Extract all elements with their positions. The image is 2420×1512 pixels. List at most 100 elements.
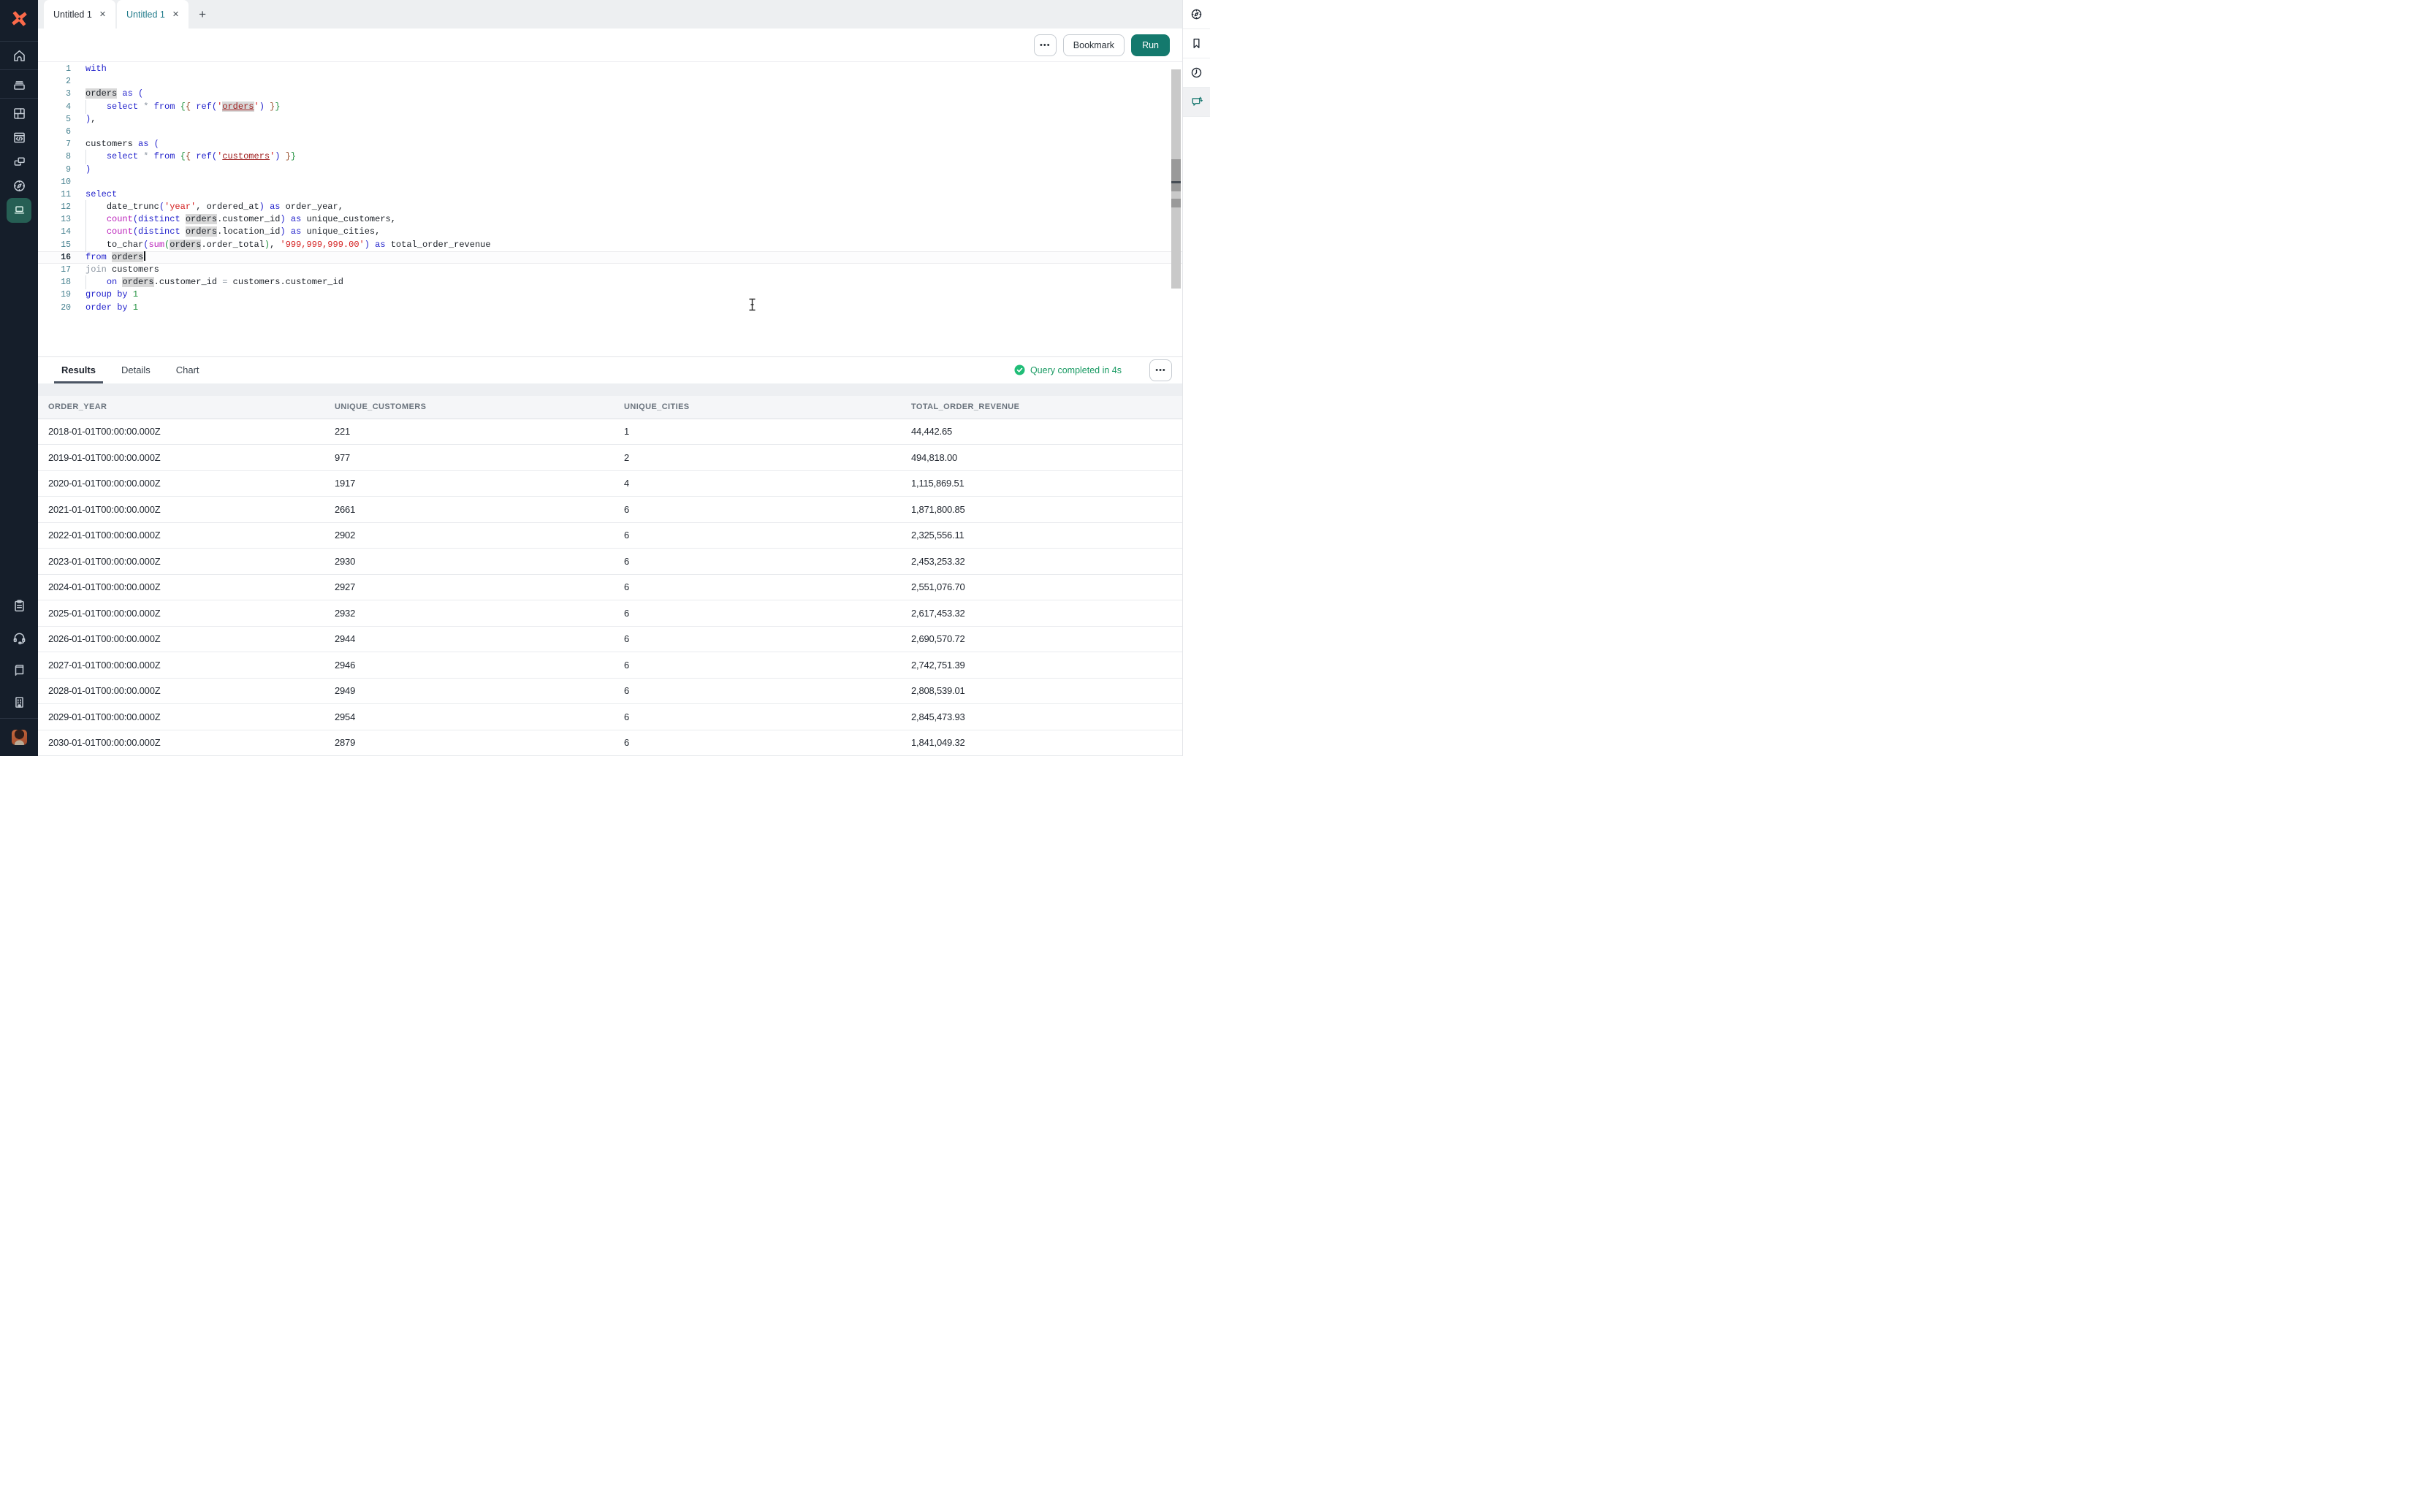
line-number: 16 [38, 251, 71, 264]
table-cell: 1917 [335, 478, 624, 489]
code-line-2: 2 [38, 75, 1182, 88]
results-tab-details[interactable]: Details [118, 357, 153, 383]
table-cell: 2954 [335, 711, 624, 722]
more-options-button[interactable]: ••• [1034, 34, 1057, 56]
line-number: 2 [38, 75, 71, 88]
code-line-content: group by 1 [85, 289, 1182, 301]
sidebar-item-building[interactable] [0, 686, 38, 718]
laptop-icon [7, 198, 31, 223]
table-cell: 1,115,869.51 [911, 478, 1182, 489]
results-tab-results[interactable]: Results [58, 357, 99, 383]
clock-icon [1190, 66, 1203, 80]
scrollbar-marker [1171, 181, 1181, 183]
tab-label: Untitled 1 [53, 9, 92, 20]
table-cell: 2021-01-01T00:00:00.000Z [48, 504, 335, 515]
code-line-content: on orders.customer_id = customers.custom… [85, 276, 1182, 289]
table-cell: 2022-01-01T00:00:00.000Z [48, 530, 335, 541]
table-row: 2020-01-01T00:00:00.000Z191741,115,869.5… [38, 471, 1182, 497]
code-line-content [85, 75, 1182, 88]
sidebar-item-code-window[interactable] [0, 126, 38, 150]
run-button[interactable]: Run [1131, 34, 1170, 56]
results-tab-chart[interactable]: Chart [173, 357, 202, 383]
right-sidebar-item-clock[interactable] [1183, 58, 1210, 88]
table-cell: 2,551,076.70 [911, 581, 1182, 592]
tab-1[interactable]: Untitled 1 ✕ [44, 0, 115, 28]
table-cell: 977 [335, 452, 624, 463]
code-line-20: 20order by 1 [38, 302, 1182, 314]
code-line-content [85, 176, 1182, 188]
table-cell: 4 [624, 478, 911, 489]
user-avatar[interactable] [0, 719, 38, 756]
tab-2[interactable]: Untitled 1✕ [117, 0, 189, 28]
results-panel: ResultsDetailsChart Query completed in 4… [38, 356, 1182, 757]
table-cell: 6 [624, 711, 911, 722]
line-number: 18 [38, 276, 71, 289]
results-more-button[interactable]: ••• [1149, 359, 1172, 381]
building-icon [12, 695, 27, 710]
sidebar-item-home[interactable] [0, 42, 38, 69]
right-sidebar [1182, 0, 1210, 756]
editor-scrollbar[interactable] [1171, 69, 1181, 289]
hex-logo[interactable] [0, 0, 38, 41]
table-row: 2025-01-01T00:00:00.000Z293262,617,453.3… [38, 600, 1182, 627]
column-header[interactable]: UNIQUE_CITIES [624, 402, 911, 411]
code-line-6: 6 [38, 126, 1182, 138]
table-cell: 2944 [335, 633, 624, 644]
right-sidebar-item-compass[interactable] [1183, 0, 1210, 29]
table-cell: 2,617,453.32 [911, 608, 1182, 619]
book-icon [12, 663, 27, 678]
code-line-content: ) [85, 164, 1182, 176]
sidebar-item-headset[interactable] [0, 622, 38, 654]
compass-icon [12, 178, 27, 194]
sidebar-item-compass[interactable] [0, 174, 38, 198]
compass-icon [1190, 7, 1203, 21]
line-number: 19 [38, 289, 71, 301]
sidebar-divider [0, 98, 38, 99]
table-row: 2021-01-01T00:00:00.000Z266161,871,800.8… [38, 497, 1182, 523]
code-line-content: select [85, 188, 1182, 201]
table-cell: 6 [624, 608, 911, 619]
scrollbar-thumb-secondary[interactable] [1171, 199, 1181, 207]
table-row: 2023-01-01T00:00:00.000Z293062,453,253.3… [38, 549, 1182, 575]
bookmark-icon [1190, 37, 1203, 50]
tray-icon [12, 77, 27, 92]
table-cell: 6 [624, 685, 911, 696]
scrollbar-thumb[interactable] [1171, 159, 1181, 191]
right-sidebar-item-bookmark[interactable] [1183, 29, 1210, 58]
results-gap-band [38, 383, 1182, 396]
sql-editor[interactable]: 1with23orders as (4 select * from {{ ref… [38, 62, 1182, 356]
sidebar-item-tray[interactable] [0, 70, 38, 98]
code-line-content: from orders [85, 251, 1182, 264]
code-line-content: orders as ( [85, 88, 1182, 100]
column-header[interactable]: TOTAL_ORDER_REVENUE [911, 402, 1182, 411]
right-sidebar-item-chat-sparkle[interactable] [1183, 88, 1210, 117]
line-number: 1 [38, 63, 71, 75]
table-cell: 2,808,539.01 [911, 685, 1182, 696]
code-line-8: 8 select * from {{ ref('customers') }} [38, 150, 1182, 163]
code-line-5: 5), [38, 113, 1182, 126]
cell-toolbar: ••• Bookmark Run [38, 28, 1182, 62]
table-row: 2024-01-01T00:00:00.000Z292762,551,076.7… [38, 575, 1182, 601]
code-line-11: 11select [38, 188, 1182, 201]
sidebar-item-laptop[interactable] [0, 198, 38, 222]
sidebar-item-clipboard[interactable] [0, 589, 38, 622]
table-cell: 2025-01-01T00:00:00.000Z [48, 608, 335, 619]
column-header[interactable]: ORDER_YEAR [48, 402, 335, 411]
tab-close-icon[interactable]: ✕ [99, 9, 106, 19]
line-number: 7 [38, 138, 71, 150]
clipboard-icon [12, 598, 27, 614]
table-header: ORDER_YEARUNIQUE_CUSTOMERSUNIQUE_CITIEST… [38, 396, 1182, 419]
code-window-icon [12, 130, 27, 145]
table-cell: 2,325,556.11 [911, 530, 1182, 541]
table-cell: 2023-01-01T00:00:00.000Z [48, 556, 335, 567]
sidebar-item-windows[interactable] [0, 150, 38, 174]
new-tab-button[interactable]: + [190, 0, 215, 28]
line-number: 14 [38, 226, 71, 238]
sidebar-item-book[interactable] [0, 654, 38, 686]
windows-icon [12, 154, 27, 169]
table-cell: 1,871,800.85 [911, 504, 1182, 515]
column-header[interactable]: UNIQUE_CUSTOMERS [335, 402, 624, 411]
bookmark-button[interactable]: Bookmark [1063, 34, 1125, 56]
sidebar-item-grid[interactable] [0, 102, 38, 126]
tab-close-icon[interactable]: ✕ [172, 9, 179, 19]
